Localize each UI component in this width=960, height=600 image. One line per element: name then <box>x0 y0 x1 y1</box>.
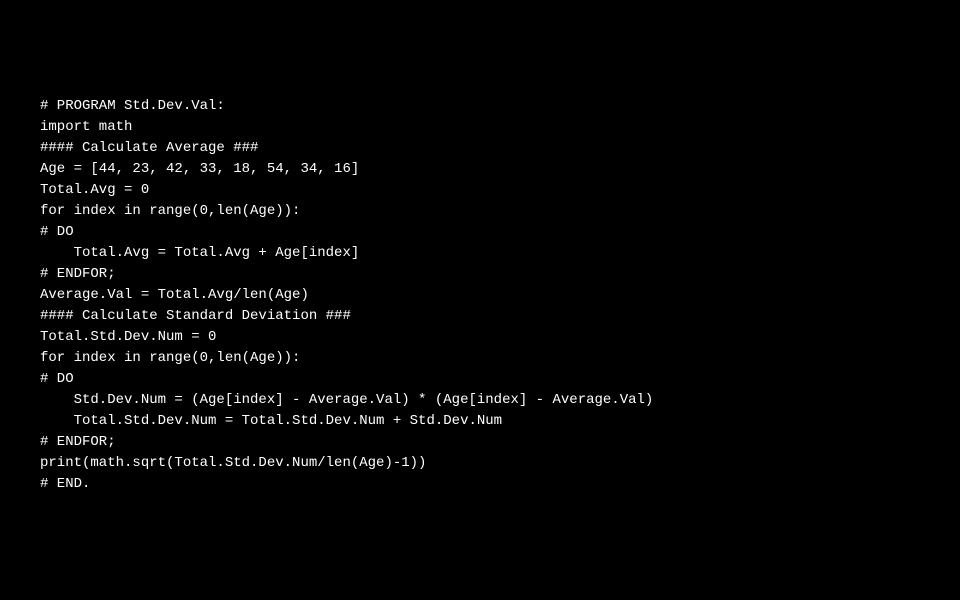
code-line: # END. <box>40 474 920 495</box>
code-line: # ENDFOR; <box>40 432 920 453</box>
code-line: # DO <box>40 369 920 390</box>
code-line: # ENDFOR; <box>40 264 920 285</box>
code-line: for index in range(0,len(Age)): <box>40 201 920 222</box>
code-line: Total.Std.Dev.Num = 0 <box>40 327 920 348</box>
code-line: for index in range(0,len(Age)): <box>40 348 920 369</box>
code-block: # PROGRAM Std.Dev.Val:import math#### Ca… <box>40 96 920 495</box>
code-line: # PROGRAM Std.Dev.Val: <box>40 96 920 117</box>
code-line: Age = [44, 23, 42, 33, 18, 54, 34, 16] <box>40 159 920 180</box>
code-line: Total.Avg = Total.Avg + Age[index] <box>40 243 920 264</box>
code-line: import math <box>40 117 920 138</box>
code-line: #### Calculate Standard Deviation ### <box>40 306 920 327</box>
code-line: print(math.sqrt(Total.Std.Dev.Num/len(Ag… <box>40 453 920 474</box>
code-line: Total.Std.Dev.Num = Total.Std.Dev.Num + … <box>40 411 920 432</box>
code-line: Average.Val = Total.Avg/len(Age) <box>40 285 920 306</box>
code-line: #### Calculate Average ### <box>40 138 920 159</box>
code-line: Total.Avg = 0 <box>40 180 920 201</box>
code-line: Std.Dev.Num = (Age[index] - Average.Val)… <box>40 390 920 411</box>
code-line: # DO <box>40 222 920 243</box>
